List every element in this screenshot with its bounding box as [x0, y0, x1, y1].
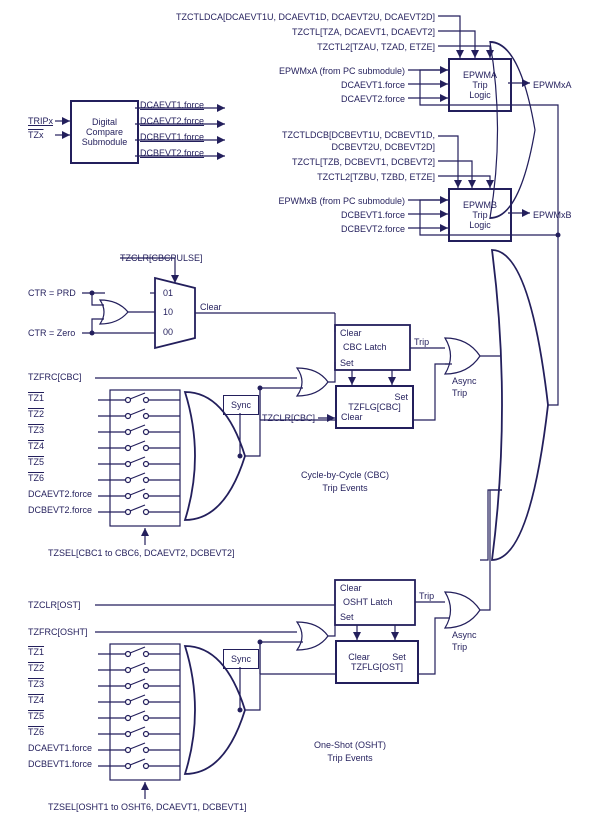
svg-big-or-out [0, 0, 593, 829]
